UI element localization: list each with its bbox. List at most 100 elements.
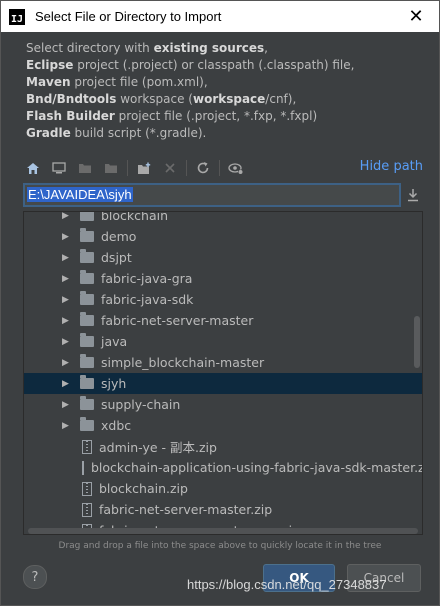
tree-item-label: java — [101, 334, 128, 349]
tree-item-label: blockchain-application-using-fabric-java… — [91, 460, 423, 475]
folder-icon — [80, 333, 94, 347]
folder-icon — [80, 375, 94, 389]
tree-item-label: blockchain.zip — [99, 481, 188, 496]
tree-folder-row[interactable]: ▶ dsjpt — [24, 247, 422, 268]
tree-file-row[interactable]: admin-ye - 副本.zip — [24, 436, 422, 457]
expand-arrow-icon[interactable]: ▶ — [62, 337, 72, 347]
desc-text: , — [264, 41, 268, 55]
desc-text: project file (.project, *.fxp, *.fxpl) — [114, 109, 318, 123]
show-hidden-icon[interactable] — [226, 158, 246, 178]
tree-item-label: blockchain — [101, 211, 169, 223]
toolbar-separator — [186, 160, 187, 176]
folder-icon — [80, 270, 94, 284]
zip-file-icon — [82, 439, 92, 454]
expand-arrow-icon[interactable]: ▶ — [62, 295, 72, 305]
folder-icon — [80, 249, 94, 263]
project-folder-icon[interactable] — [75, 158, 95, 178]
desc-bold: Flash Builder — [26, 109, 115, 123]
dialog-title: Select File or Directory to Import — [35, 9, 222, 24]
tree-item-label: simple_blockchain-master — [101, 355, 265, 370]
desc-line-2: Eclipse project (.project) or classpath … — [26, 57, 426, 74]
tree-item-label: sjyh — [101, 376, 127, 391]
path-row: E:\JAVAIDEA\sjyh — [23, 183, 423, 209]
desktop-icon[interactable] — [49, 158, 69, 178]
folder-icon — [80, 396, 94, 410]
tree-file-row[interactable]: blockchain.zip — [24, 478, 422, 499]
tree-file-row[interactable]: fabric-net-server-master.zip — [24, 499, 422, 520]
import-dialog: IJ Select File or Directory to Import ✕ … — [0, 0, 440, 606]
folder-icon — [80, 212, 94, 221]
desc-bold: Bnd/Bndtools — [26, 92, 117, 106]
zip-file-icon — [82, 460, 84, 475]
tree-folder-row[interactable]: ▶ supply-chain — [24, 394, 422, 415]
tree-folder-row[interactable]: ▶ demo — [24, 226, 422, 247]
tree-vertical-scrollbar[interactable] — [414, 316, 420, 368]
desc-line-4: Bnd/Bndtools workspace (workspace/cnf), — [26, 91, 426, 108]
desc-text: /cnf), — [265, 92, 297, 106]
desc-text: project file (pom.xml), — [70, 75, 208, 89]
desc-text: project (.project) or classpath (.classp… — [73, 58, 355, 72]
tree-folder-row[interactable]: ▶ xdbc — [24, 415, 422, 436]
watermark-text: https://blog.csdn.net/qq_27348837 — [187, 577, 387, 592]
intellij-app-icon: IJ — [9, 8, 25, 25]
desc-line-1: Select directory with existing sources, — [26, 40, 426, 57]
desc-bold: existing sources — [153, 41, 265, 55]
tree-item-label: xdbc — [101, 418, 132, 433]
expand-arrow-icon[interactable]: ▶ — [62, 421, 72, 431]
expand-arrow-icon[interactable]: ▶ — [62, 274, 72, 284]
desc-bold: Gradle — [26, 126, 71, 140]
expand-arrow-icon[interactable]: ▶ — [62, 232, 72, 242]
expand-arrow-icon[interactable]: ▶ — [62, 379, 72, 389]
expand-arrow-icon[interactable]: ▶ — [62, 358, 72, 368]
zip-file-icon — [82, 481, 92, 496]
tree-item-label: fabric-net-server-master.zip — [99, 502, 273, 517]
import-description: Select directory with existing sources, … — [26, 40, 426, 142]
tree-item-label: dsjpt — [101, 250, 132, 265]
download-icon[interactable] — [405, 186, 421, 204]
expand-arrow-icon[interactable]: ▶ — [62, 253, 72, 263]
folder-icon — [80, 291, 94, 305]
tree-folder-row[interactable]: ▶ fabric-net-server-master — [24, 310, 422, 331]
desc-text: build script (*.gradle). — [70, 126, 207, 140]
close-button[interactable]: ✕ — [405, 5, 427, 27]
folder-icon — [80, 228, 94, 242]
home-icon[interactable] — [23, 158, 43, 178]
tree-folder-row[interactable]: ▶ blockchain — [24, 211, 422, 226]
expand-arrow-icon[interactable]: ▶ — [62, 400, 72, 410]
desc-line-5: Flash Builder project file (.project, *.… — [26, 108, 426, 125]
tree-file-row[interactable]: blockchain-application-using-fabric-java… — [24, 457, 422, 478]
hide-path-link[interactable]: Hide path — [360, 159, 423, 174]
file-chooser-toolbar: Hide path — [23, 157, 423, 179]
tree-folder-row[interactable]: ▶ simple_blockchain-master — [24, 352, 422, 373]
module-folder-icon[interactable] — [101, 158, 121, 178]
zip-file-icon — [82, 502, 92, 517]
tree-horizontal-scrollbar[interactable] — [28, 528, 418, 534]
folder-icon — [80, 417, 94, 431]
tree-folder-row[interactable]: ▶ java — [24, 331, 422, 352]
tree-item-label: fabric-java-sdk — [101, 292, 194, 307]
title-bar: IJ Select File or Directory to Import ✕ — [1, 1, 439, 32]
tree-item-label: supply-chain — [101, 397, 181, 412]
desc-bold: workspace — [192, 92, 266, 106]
desc-line-6: Gradle build script (*.gradle). — [26, 125, 426, 142]
tree-folder-row[interactable]: ▶ sjyh — [24, 373, 422, 394]
delete-icon[interactable] — [160, 158, 180, 178]
refresh-icon[interactable] — [193, 158, 213, 178]
path-input-value: E:\JAVAIDEA\sjyh — [27, 187, 133, 202]
desc-bold: Maven — [26, 75, 71, 89]
tree-folder-row[interactable]: ▶ fabric-java-gra — [24, 268, 422, 289]
tree-item-label: demo — [101, 229, 137, 244]
expand-arrow-icon[interactable]: ▶ — [62, 316, 72, 326]
folder-icon — [80, 312, 94, 326]
expand-arrow-icon[interactable]: ▶ — [62, 212, 72, 221]
tree-folder-row[interactable]: ▶ fabric-java-sdk — [24, 289, 422, 310]
new-folder-icon[interactable] — [134, 158, 154, 178]
path-input[interactable]: E:\JAVAIDEA\sjyh — [23, 183, 401, 207]
desc-bold: Eclipse — [26, 58, 74, 72]
folder-icon — [80, 354, 94, 368]
file-tree[interactable]: ▶ blockchain ▶ demo ▶ dsjpt ▶ fabric-java-gra ▶ f… — [23, 211, 423, 535]
tree-item-label: admin-ye - 副本.zip — [99, 440, 217, 455]
toolbar-separator — [127, 160, 128, 176]
help-button[interactable]: ? — [23, 565, 47, 589]
tree-item-label: fabric-net-server-master — [101, 313, 254, 328]
